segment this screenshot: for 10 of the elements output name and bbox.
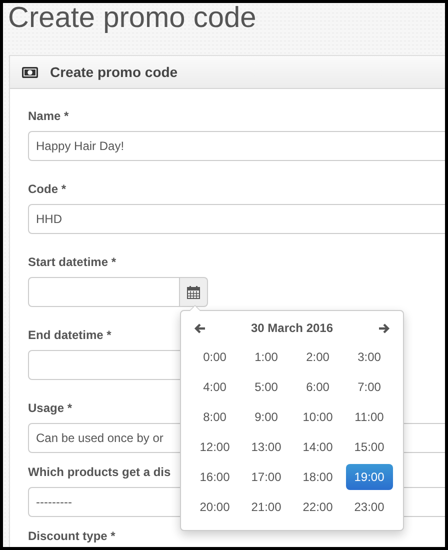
field-label: Which products get a dis xyxy=(28,465,171,479)
panel-title: Create promo code xyxy=(50,64,178,80)
field-label: Discount type * xyxy=(28,529,116,543)
field-label: Usage * xyxy=(28,401,72,415)
field-label: Name * xyxy=(28,109,69,123)
picker-date: 30 March 2016 xyxy=(250,321,334,335)
field-label: Code * xyxy=(28,182,66,196)
field-label: End datetime * xyxy=(28,328,112,342)
page-title: Create promo code xyxy=(8,3,256,33)
field-label: Start datetime * xyxy=(28,255,116,269)
